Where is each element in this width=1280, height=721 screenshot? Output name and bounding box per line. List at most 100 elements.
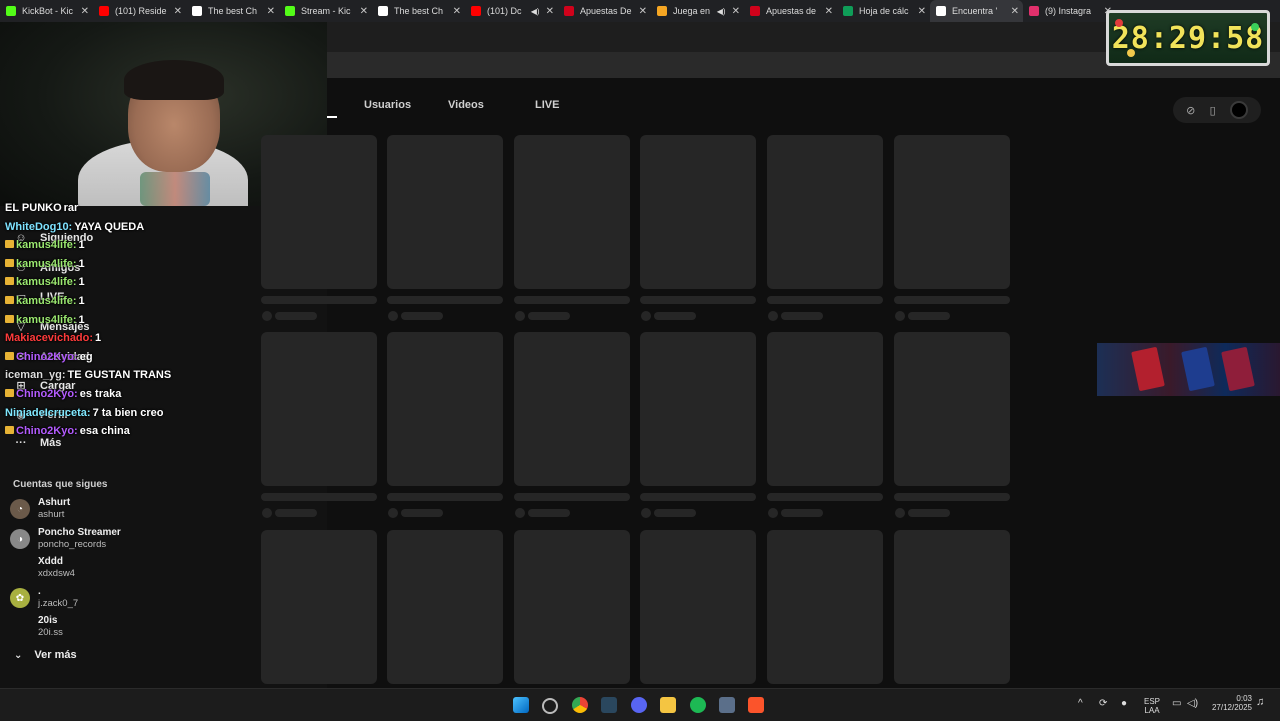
video-card-placeholder[interactable] xyxy=(387,332,503,486)
brave-icon[interactable] xyxy=(748,697,764,713)
video-card-placeholder[interactable] xyxy=(640,530,756,684)
folder-icon[interactable] xyxy=(660,697,676,713)
tray-mic-icon[interactable]: ● xyxy=(1121,699,1127,709)
compass-icon[interactable]: ⊘ xyxy=(1186,104,1195,117)
tab-title: Apuestas de xyxy=(766,6,817,16)
video-card-placeholder[interactable] xyxy=(514,332,630,486)
tab-live[interactable]: LIVE xyxy=(535,99,559,111)
browser-tab[interactable]: KickBot - Kic ✕ xyxy=(0,0,93,22)
video-card-placeholder[interactable] xyxy=(894,530,1010,684)
tab-close-icon[interactable]: ✕ xyxy=(639,6,647,17)
video-card-placeholder[interactable] xyxy=(640,135,756,289)
subscriber-crown-icon xyxy=(5,352,14,360)
browser-tab[interactable]: Encuentra ' ✕ xyxy=(930,0,1023,22)
tab-close-icon[interactable]: ✕ xyxy=(453,6,461,17)
calculator-icon[interactable] xyxy=(719,697,735,713)
browser-tab[interactable]: (101) Reside ✕ xyxy=(93,0,186,22)
tab-close-icon[interactable]: ✕ xyxy=(174,6,182,17)
phone-icon[interactable]: ▯ xyxy=(1210,104,1216,117)
tab-close-icon[interactable]: ✕ xyxy=(267,6,275,17)
tray-clock[interactable]: 0:03 27/12/2025 xyxy=(1206,694,1252,712)
video-card-placeholder[interactable] xyxy=(894,332,1010,486)
video-card-placeholder[interactable] xyxy=(514,530,630,684)
followed-account[interactable]: ◔ Ashurt ashurt xyxy=(10,497,70,521)
tab-close-icon[interactable]: ✕ xyxy=(81,6,89,17)
record-toggle-icon[interactable] xyxy=(1229,101,1248,119)
notification-bell-icon[interactable]: ♫ xyxy=(1256,697,1264,708)
video-card-placeholder[interactable] xyxy=(261,530,377,684)
browser-tab[interactable]: Juega en ◀) ✕ xyxy=(651,0,744,22)
browser-tab[interactable]: The best Ch ✕ xyxy=(186,0,279,22)
tab-title: (101) Reside xyxy=(115,6,167,16)
tab-videos[interactable]: Videos xyxy=(448,99,484,111)
tab-close-icon[interactable]: ✕ xyxy=(546,6,554,17)
video-card-placeholder[interactable] xyxy=(261,332,377,486)
tab-title: (9) Instagra xyxy=(1045,6,1092,16)
followed-account[interactable]: Xddd xdxdsw4 xyxy=(10,556,75,580)
active-tab-indicator xyxy=(327,116,337,118)
subscriber-crown-icon xyxy=(5,426,14,434)
chat-message: WhiteDog10: YAYA QUEDA xyxy=(5,221,144,233)
tab-audio-icon[interactable]: ◀) xyxy=(531,7,540,16)
avatar-placeholder xyxy=(768,311,778,321)
video-card-placeholder[interactable] xyxy=(640,332,756,486)
followed-account[interactable]: 20is 20i.ss xyxy=(10,615,63,639)
video-card-placeholder[interactable] xyxy=(387,135,503,289)
discord-icon[interactable] xyxy=(631,697,647,713)
avatar: ✿ xyxy=(10,588,30,608)
tray-sync-icon[interactable]: ⟳ xyxy=(1099,699,1107,709)
avatar: ◑ xyxy=(10,529,30,549)
chat-username: kamus4life: xyxy=(16,276,77,288)
tab-favicon-icon xyxy=(99,6,109,16)
caption-placeholder xyxy=(514,493,630,501)
spotify-icon[interactable] xyxy=(690,697,706,713)
followed-account[interactable]: ✿ . j.zack0_7 xyxy=(10,586,78,610)
tab-close-icon[interactable]: ✕ xyxy=(732,6,740,17)
chat-message: kamus4life: 1 xyxy=(5,276,85,288)
avatar-placeholder xyxy=(388,508,398,518)
video-card-placeholder[interactable] xyxy=(894,135,1010,289)
browser-tab[interactable]: (9) Instagra✕ xyxy=(1023,0,1116,22)
tab-users[interactable]: Usuarios xyxy=(364,99,411,111)
chat-text: eg xyxy=(79,351,93,363)
video-card-placeholder[interactable] xyxy=(261,135,377,289)
tray-language-code: ESP xyxy=(1144,697,1161,706)
chrome-icon[interactable] xyxy=(572,697,588,713)
tray-chevron-up-icon[interactable]: ^ xyxy=(1078,699,1083,709)
author-placeholder xyxy=(401,509,443,517)
browser-tab[interactable]: Apuestas De ✕ xyxy=(558,0,651,22)
chat-text: TE GUSTAN TRANS xyxy=(67,369,172,381)
tab-audio-icon[interactable]: ◀) xyxy=(717,7,726,16)
promo-banner[interactable] xyxy=(1097,343,1280,396)
video-card-placeholder[interactable] xyxy=(767,135,883,289)
tray-language[interactable]: ESP LAA xyxy=(1144,697,1160,715)
tab-title: The best Ch xyxy=(394,6,444,16)
tab-close-icon[interactable]: ✕ xyxy=(1011,6,1019,17)
tab-close-icon[interactable]: ✕ xyxy=(825,6,833,17)
followed-account[interactable]: ◑ Poncho Streamer poncho_records xyxy=(10,527,121,551)
account-name: Xddd xyxy=(38,556,63,567)
following-accounts-title: Cuentas que sigues xyxy=(13,479,108,490)
obs-icon[interactable] xyxy=(542,698,558,714)
tab-close-icon[interactable]: ✕ xyxy=(360,6,368,17)
tab-close-icon[interactable]: ✕ xyxy=(918,6,926,17)
chat-message: iceman_yg: TE GUSTAN TRANS xyxy=(5,369,171,381)
browser-tab[interactable]: Hoja de cálc ✕ xyxy=(837,0,930,22)
steam-icon[interactable] xyxy=(601,697,617,713)
browser-tab[interactable]: Apuestas de ✕ xyxy=(744,0,837,22)
chat-text: 7 ta bien creo xyxy=(92,407,164,419)
browser-tab[interactable]: The best Ch ✕ xyxy=(372,0,465,22)
tray-volume-icon[interactable]: ◁) xyxy=(1187,699,1198,709)
video-card-placeholder[interactable] xyxy=(767,332,883,486)
windows-start-icon[interactable] xyxy=(513,697,529,713)
account-handle: j.zack0_7 xyxy=(38,598,79,609)
tray-display-icon[interactable]: ▭ xyxy=(1172,699,1181,709)
video-card-placeholder[interactable] xyxy=(514,135,630,289)
avatar: ◔ xyxy=(10,499,30,519)
nav-more[interactable]: ··· Más xyxy=(14,437,62,449)
video-card-placeholder[interactable] xyxy=(387,530,503,684)
video-card-placeholder[interactable] xyxy=(767,530,883,684)
browser-tab[interactable]: (101) Dc ◀) ✕ xyxy=(465,0,558,22)
see-more-button[interactable]: ⌄ Ver más xyxy=(14,649,77,661)
browser-tab[interactable]: Stream - Kic ✕ xyxy=(279,0,372,22)
